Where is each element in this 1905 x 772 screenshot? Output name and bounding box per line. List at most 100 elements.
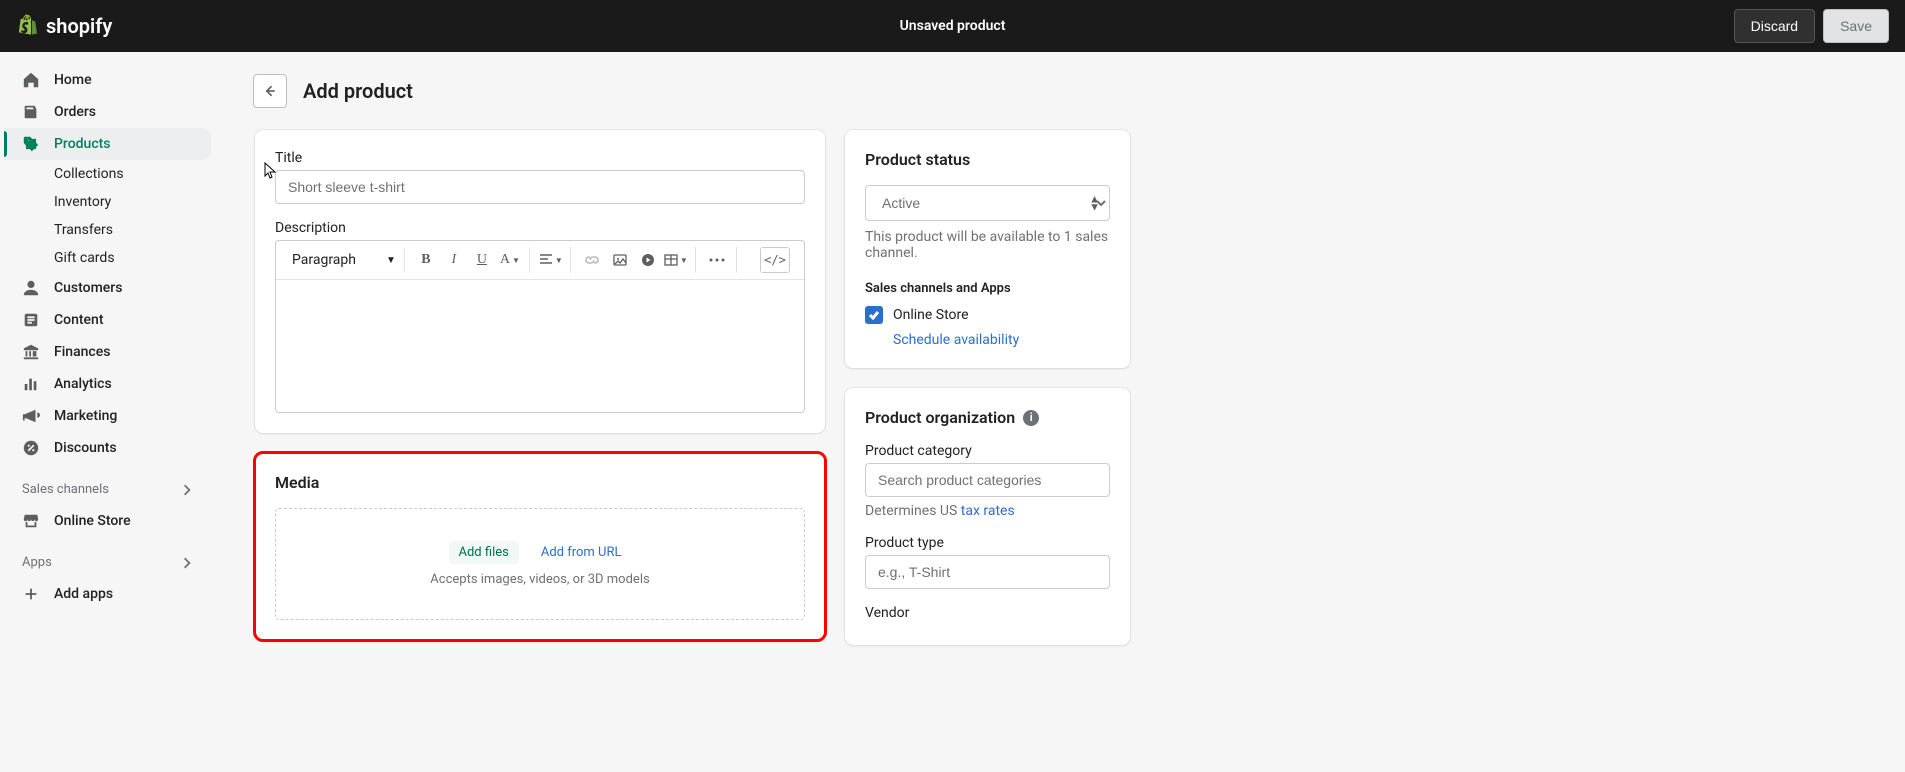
plus-icon [22, 585, 40, 603]
nav-label: Home [54, 72, 92, 88]
topbar: shopify Unsaved product Discard Save [0, 0, 1905, 52]
home-icon [22, 71, 40, 89]
nav-marketing[interactable]: Marketing [4, 400, 211, 432]
status-card: Product status Active ▲▼ This product wi… [845, 130, 1130, 368]
side-column: Product status Active ▲▼ This product wi… [845, 130, 1130, 665]
category-input[interactable] [865, 463, 1110, 497]
apps-header[interactable]: Apps [4, 547, 211, 578]
tax-rates-link[interactable]: tax rates [961, 503, 1015, 519]
image-icon [613, 253, 627, 267]
nav-content[interactable]: Content [4, 304, 211, 336]
arrow-left-icon [262, 83, 278, 99]
nav-label: Products [54, 136, 111, 152]
nav-label: Finances [54, 344, 110, 360]
page-title: Add product [303, 79, 413, 103]
nav-label: Add apps [54, 586, 113, 602]
back-button[interactable] [253, 74, 287, 108]
rte-toolbar: Paragraph ▼ B I U A▼ [276, 241, 804, 280]
save-button[interactable]: Save [1823, 9, 1889, 43]
title-label: Title [275, 150, 805, 166]
code-icon: </> [764, 253, 786, 267]
info-icon[interactable]: i [1023, 410, 1039, 426]
video-button[interactable] [635, 247, 661, 273]
type-input[interactable] [865, 555, 1110, 589]
add-from-url-button[interactable]: Add from URL [531, 541, 632, 564]
content-icon [22, 311, 40, 329]
align-icon [539, 253, 553, 267]
nav-label: Content [54, 312, 104, 328]
nav-label: Orders [54, 104, 96, 120]
marketing-icon [22, 407, 40, 425]
main-content: Add product Title Description P [215, 52, 1905, 772]
customers-icon [22, 279, 40, 297]
nav-label: Discounts [54, 440, 117, 456]
more-icon [709, 258, 725, 262]
nav-home[interactable]: Home [4, 64, 211, 96]
nav-products[interactable]: Products [4, 128, 211, 160]
nav-orders[interactable]: Orders [4, 96, 211, 128]
add-files-button[interactable]: Add files [449, 541, 519, 564]
check-icon [868, 309, 880, 321]
org-title: Product organization [865, 408, 1015, 427]
table-button[interactable]: ▼ [663, 247, 689, 273]
rte-format-select[interactable]: Paragraph ▼ [284, 248, 405, 272]
finances-icon [22, 343, 40, 361]
nav-label: Online Store [54, 513, 131, 529]
type-label: Product type [865, 535, 1110, 551]
link-button[interactable] [579, 247, 605, 273]
sales-channels-label: Sales channels [22, 482, 109, 497]
description-input[interactable] [276, 280, 804, 412]
status-title: Product status [865, 150, 1110, 169]
nav-label: Customers [54, 280, 122, 296]
shopify-logo[interactable]: shopify [16, 14, 112, 38]
products-icon [22, 135, 40, 153]
description-label: Description [275, 220, 805, 236]
nav-gift-cards[interactable]: Gift cards [4, 244, 211, 272]
main-column: Title Description Paragraph ▼ [255, 130, 825, 660]
sales-channels-header[interactable]: Sales channels [4, 474, 211, 505]
title-input[interactable] [275, 170, 805, 204]
title-card: Title Description Paragraph ▼ [255, 130, 825, 433]
table-icon [664, 253, 678, 267]
online-store-label: Online Store [893, 307, 969, 323]
channels-heading: Sales channels and Apps [865, 281, 1110, 296]
discard-button[interactable]: Discard [1734, 9, 1815, 43]
align-button[interactable]: ▼ [538, 247, 564, 273]
media-hint: Accepts images, videos, or 3D models [296, 572, 784, 587]
nav-inventory[interactable]: Inventory [4, 188, 211, 216]
media-title: Media [275, 473, 805, 492]
rich-text-editor: Paragraph ▼ B I U A▼ [275, 240, 805, 413]
page-header: Add product [253, 74, 1865, 108]
store-icon [22, 512, 40, 530]
analytics-icon [22, 375, 40, 393]
nav-customers[interactable]: Customers [4, 272, 211, 304]
nav-finances[interactable]: Finances [4, 336, 211, 368]
text-color-button[interactable]: A▼ [497, 247, 523, 273]
code-view-button[interactable]: </> [760, 247, 790, 273]
category-hint: Determines US tax rates [865, 503, 1110, 519]
nav-collections[interactable]: Collections [4, 160, 211, 188]
image-button[interactable] [607, 247, 633, 273]
italic-button[interactable]: I [441, 247, 467, 273]
nav-transfers[interactable]: Transfers [4, 216, 211, 244]
nav-discounts[interactable]: Discounts [4, 432, 211, 464]
chevron-right-icon [181, 557, 193, 569]
media-dropzone[interactable]: Add files Add from URL Accepts images, v… [275, 508, 805, 620]
underline-button[interactable]: U [469, 247, 495, 273]
nav-analytics[interactable]: Analytics [4, 368, 211, 400]
category-label: Product category [865, 443, 1110, 459]
nav-label: Analytics [54, 376, 112, 392]
link-icon [585, 253, 599, 267]
nav-add-apps[interactable]: Add apps [4, 578, 211, 610]
orders-icon [22, 103, 40, 121]
unsaved-indicator: Unsaved product [900, 18, 1006, 34]
bold-button[interactable]: B [413, 247, 439, 273]
status-select[interactable]: Active [865, 185, 1110, 221]
more-button[interactable] [704, 247, 730, 273]
schedule-link[interactable]: Schedule availability [865, 332, 1110, 348]
brand-text: shopify [46, 14, 112, 38]
online-store-row: Online Store [865, 306, 1110, 324]
topbar-actions: Discard Save [1734, 9, 1889, 43]
nav-online-store[interactable]: Online Store [4, 505, 211, 537]
online-store-checkbox[interactable] [865, 306, 883, 324]
